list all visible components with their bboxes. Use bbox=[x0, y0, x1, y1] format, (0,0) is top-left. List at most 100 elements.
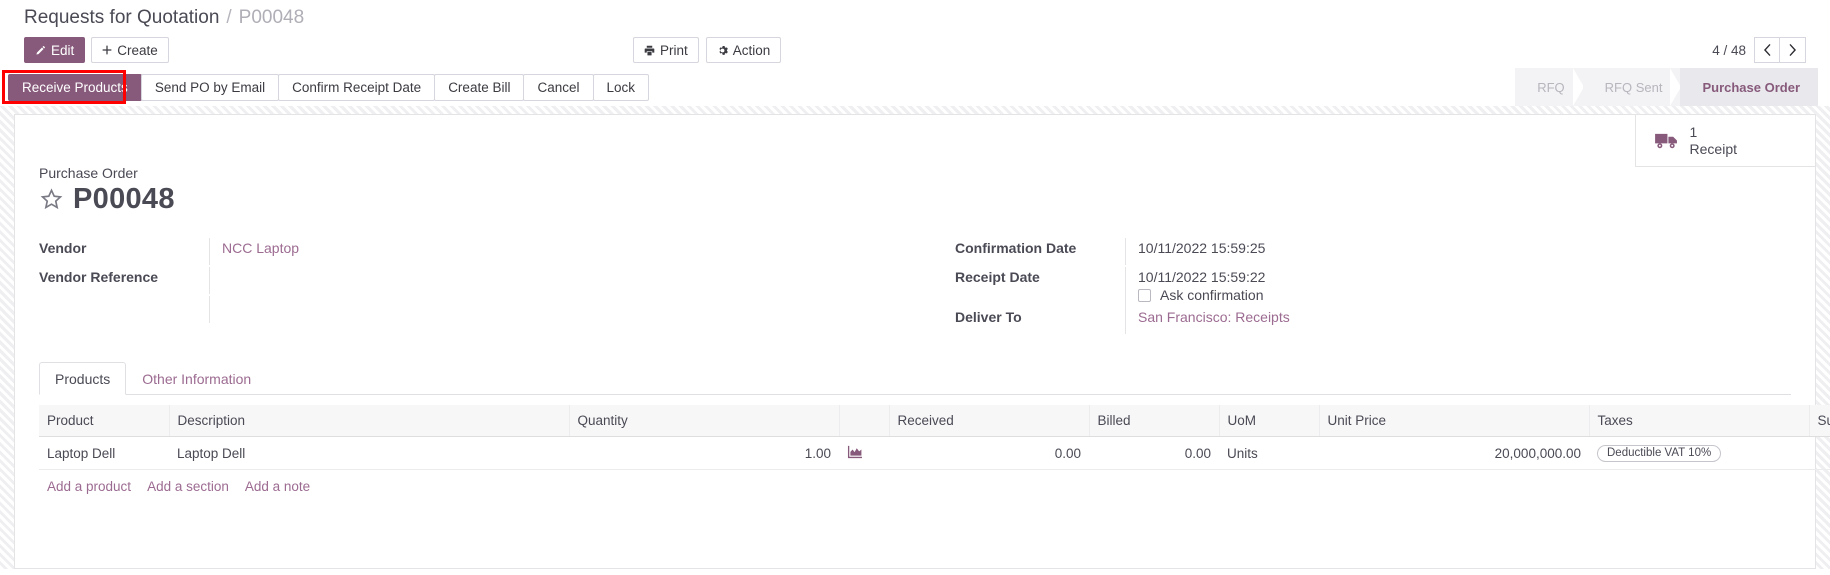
action-button[interactable]: Action bbox=[705, 37, 782, 63]
statusbar-stages: RFQ RFQ Sent Purchase Order bbox=[1515, 68, 1818, 106]
area-chart-icon[interactable] bbox=[847, 445, 862, 459]
field-vendor-reference-row: Vendor Reference bbox=[39, 267, 915, 296]
pager-buttons bbox=[1754, 37, 1806, 63]
receipt-smart-button[interactable]: 1 Receipt bbox=[1636, 115, 1815, 166]
notebook-tabs: Products Other Information bbox=[39, 362, 1791, 395]
title-row: P00048 bbox=[39, 183, 1815, 216]
stage-rfq[interactable]: RFQ bbox=[1515, 68, 1584, 106]
column-header-received[interactable]: Received bbox=[889, 405, 1090, 437]
column-header-unit-price[interactable]: Unit Price bbox=[1319, 405, 1590, 437]
stage-rfq-label: RFQ bbox=[1537, 79, 1565, 95]
form-group-left: Vendor NCC Laptop Vendor Reference bbox=[39, 238, 915, 336]
truck-icon bbox=[1654, 131, 1679, 150]
sheet-background: 1 Receipt Purchase Order P00048 Vendor N… bbox=[0, 106, 1830, 569]
cell-uom[interactable]: Units bbox=[1219, 436, 1319, 470]
field-receipt-date-row: Receipt Date 10/11/2022 15:59:22 Ask con… bbox=[955, 267, 1791, 307]
cell-received[interactable]: 0.00 bbox=[889, 436, 1089, 470]
column-header-product[interactable]: Product bbox=[39, 405, 170, 437]
field-receipt-date-label: Receipt Date bbox=[955, 269, 1040, 285]
star-outline-icon[interactable] bbox=[39, 187, 64, 212]
receipt-label: Receipt bbox=[1689, 140, 1737, 157]
field-left-filler-label bbox=[39, 296, 209, 298]
pencil-icon bbox=[35, 45, 46, 56]
breadcrumb-root[interactable]: Requests for Quotation bbox=[24, 7, 219, 29]
statusbar-buttons: Receive Products Send PO by Email Confir… bbox=[8, 73, 650, 101]
field-deliver-to-label: Deliver To bbox=[955, 309, 1022, 325]
receive-products-button[interactable]: Receive Products bbox=[8, 73, 142, 101]
field-confirmation-date-value[interactable]: 10/11/2022 15:59:25 bbox=[1125, 238, 1791, 265]
field-receipt-date-value[interactable]: 10/11/2022 15:59:22 Ask confirmation bbox=[1125, 267, 1791, 307]
pager-previous-button[interactable] bbox=[1754, 37, 1780, 63]
print-button[interactable]: Print bbox=[633, 37, 699, 63]
tab-products[interactable]: Products bbox=[39, 362, 127, 395]
chevron-right-icon bbox=[1789, 44, 1796, 56]
field-confirmation-date-row: Confirmation Date 10/11/2022 15:59:25 bbox=[955, 238, 1791, 267]
stage-rfq-sent[interactable]: RFQ Sent bbox=[1582, 68, 1682, 106]
create-bill-button[interactable]: Create Bill bbox=[434, 73, 525, 101]
column-header-taxes[interactable]: Taxes bbox=[1589, 405, 1810, 437]
order-lines-table: Product Description Quantity Received Bi… bbox=[39, 405, 1830, 470]
cell-billed[interactable]: 0.00 bbox=[1089, 436, 1219, 470]
column-header-description[interactable]: Description bbox=[169, 405, 570, 437]
field-left-filler-row bbox=[39, 296, 915, 325]
record-type-label: Purchase Order bbox=[39, 165, 138, 181]
chevron-left-icon bbox=[1763, 44, 1770, 56]
pager-count: 4 / 48 bbox=[1712, 42, 1746, 58]
breadcrumb-current: P00048 bbox=[238, 7, 305, 28]
table-header-row: Product Description Quantity Received Bi… bbox=[39, 405, 1830, 437]
send-po-by-email-button[interactable]: Send PO by Email bbox=[140, 73, 280, 101]
column-header-quantity[interactable]: Quantity bbox=[569, 405, 840, 437]
tax-badge: Deductible VAT 10% bbox=[1597, 445, 1722, 462]
column-header-uom[interactable]: UoM bbox=[1219, 405, 1320, 437]
title-block: Purchase Order P00048 bbox=[15, 115, 1815, 216]
cell-unit-price[interactable]: 20,000,000.00 bbox=[1319, 436, 1589, 470]
action-button-label: Action bbox=[732, 42, 771, 58]
cell-taxes[interactable]: Deductible VAT 10% bbox=[1589, 436, 1809, 470]
add-a-note-link[interactable]: Add a note bbox=[245, 479, 310, 494]
stage-purchase-order[interactable]: Purchase Order bbox=[1680, 68, 1818, 106]
cell-product[interactable]: Laptop Dell bbox=[39, 436, 169, 470]
lock-button[interactable]: Lock bbox=[592, 73, 650, 101]
cell-quantity[interactable]: 1.00 bbox=[569, 436, 839, 470]
confirm-receipt-date-button[interactable]: Confirm Receipt Date bbox=[278, 73, 436, 101]
field-vendor-label: Vendor bbox=[39, 240, 87, 256]
cell-subtotal: 20,000,000 ₫ bbox=[1809, 436, 1830, 470]
stage-rfq-sent-label: RFQ Sent bbox=[1604, 79, 1663, 95]
edit-button-label: Edit bbox=[51, 42, 75, 58]
field-left-filler-value bbox=[209, 296, 915, 323]
cancel-button[interactable]: Cancel bbox=[523, 73, 594, 101]
plus-icon bbox=[102, 45, 112, 55]
column-header-spacer bbox=[839, 405, 890, 437]
pager-next-button[interactable] bbox=[1780, 37, 1806, 63]
control-panel-center: Print Action bbox=[633, 37, 782, 63]
column-header-billed[interactable]: Billed bbox=[1089, 405, 1220, 437]
breadcrumb: Requests for Quotation / P00048 bbox=[0, 0, 1830, 32]
vendor-link[interactable]: NCC Laptop bbox=[222, 240, 299, 256]
statusbar-row: Receive Products Send PO by Email Confir… bbox=[0, 68, 1830, 106]
field-vendor-reference-value[interactable] bbox=[209, 267, 915, 294]
notebook: Products Other Information Product Descr… bbox=[15, 336, 1830, 494]
field-vendor-reference-label: Vendor Reference bbox=[39, 269, 159, 285]
add-a-section-link[interactable]: Add a section bbox=[147, 479, 229, 494]
column-header-subtotal[interactable]: Subtotal bbox=[1809, 405, 1830, 437]
receipt-smart-button-text: 1 Receipt bbox=[1690, 124, 1737, 156]
ask-confirmation-row: Ask confirmation bbox=[1138, 285, 1791, 303]
field-vendor-value[interactable]: NCC Laptop bbox=[209, 238, 915, 265]
create-button[interactable]: Create bbox=[91, 37, 169, 63]
add-a-product-link[interactable]: Add a product bbox=[47, 479, 131, 494]
deliver-to-link[interactable]: San Francisco: Receipts bbox=[1138, 309, 1290, 325]
field-vendor-row: Vendor NCC Laptop bbox=[39, 238, 915, 267]
table-row[interactable]: Laptop Dell Laptop Dell 1.00 0.00 0.00 U… bbox=[39, 436, 1830, 470]
ask-confirmation-label: Ask confirmation bbox=[1160, 287, 1264, 303]
receipt-date-text: 10/11/2022 15:59:22 bbox=[1138, 269, 1266, 285]
smart-button-box: 1 Receipt bbox=[1634, 115, 1815, 167]
gear-icon bbox=[717, 45, 728, 56]
form-sheet: 1 Receipt Purchase Order P00048 Vendor N… bbox=[14, 114, 1830, 569]
receipt-count: 1 bbox=[1689, 124, 1698, 141]
ask-confirmation-checkbox[interactable] bbox=[1138, 288, 1151, 302]
tab-other-information[interactable]: Other Information bbox=[126, 362, 267, 395]
field-deliver-to-value[interactable]: San Francisco: Receipts bbox=[1125, 307, 1791, 334]
cell-quantity-forecast[interactable] bbox=[839, 436, 889, 470]
edit-button[interactable]: Edit bbox=[24, 37, 86, 63]
cell-description[interactable]: Laptop Dell bbox=[169, 436, 569, 470]
